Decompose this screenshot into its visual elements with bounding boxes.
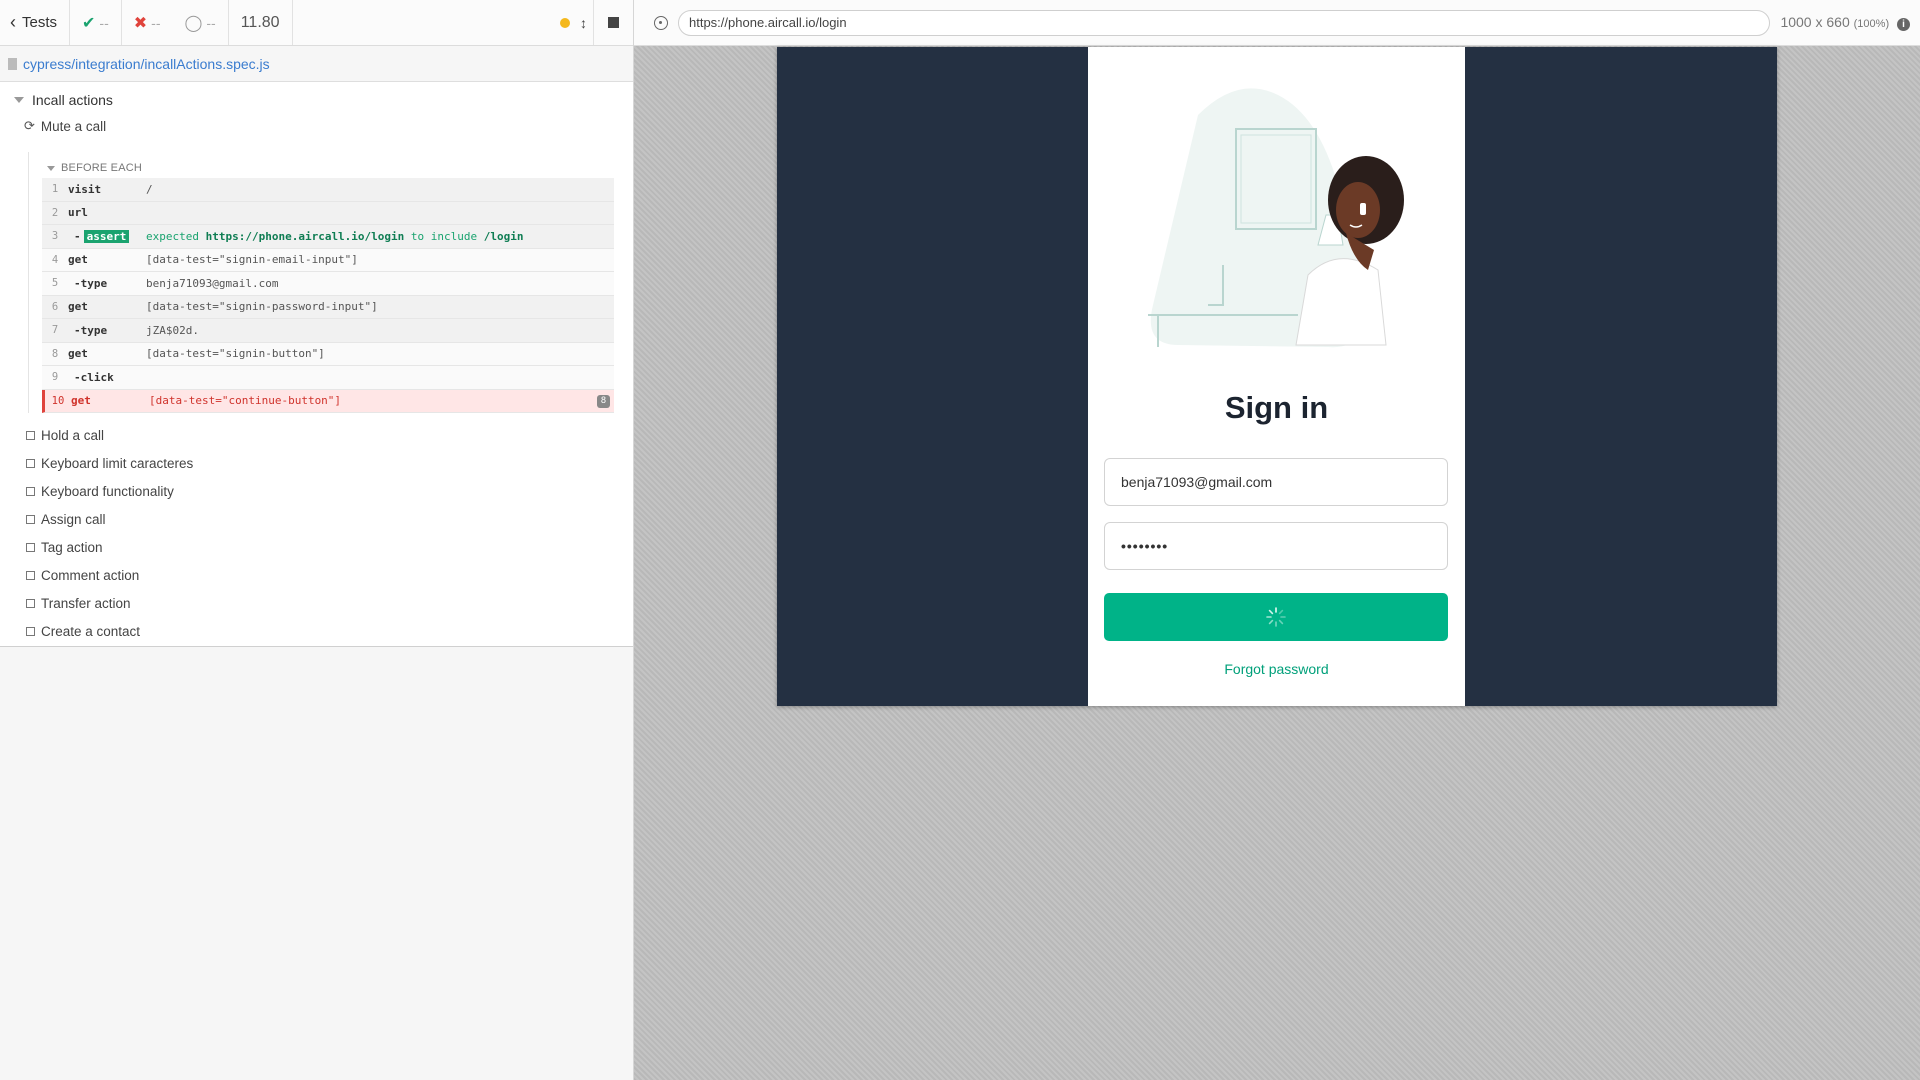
aut-header: https://phone.aircall.io/login 1000 x 66…: [634, 0, 1920, 46]
command-row-assert[interactable]: 3 - assert expected https://phone.aircal…: [42, 225, 614, 249]
signin-title: Sign in: [1224, 390, 1329, 425]
caret-down-icon: [47, 165, 55, 171]
test-item[interactable]: Assign call: [26, 512, 106, 527]
pending-count: ◯ --: [172, 0, 229, 45]
checkbox-icon: [26, 599, 35, 608]
command-row[interactable]: 1 visit /: [42, 178, 614, 202]
back-to-tests-button[interactable]: ‹ Tests: [0, 0, 71, 45]
tests-label: Tests: [22, 14, 58, 31]
loading-spinner-icon: [1266, 607, 1286, 627]
command-row[interactable]: 9 -click: [42, 366, 614, 390]
test-item[interactable]: Keyboard functionality: [26, 484, 174, 499]
x-icon: ✖: [133, 14, 148, 32]
info-icon[interactable]: i: [1897, 18, 1910, 31]
checkbox-icon: [26, 459, 35, 468]
assert-badge: assert: [83, 229, 130, 243]
test-item[interactable]: Create a contact: [26, 624, 140, 639]
caret-down-icon: [14, 97, 24, 103]
command-log: 1 visit / 2 url 3 - assert expected http…: [42, 178, 614, 413]
app-under-test: https://phone.aircall.io/login 1000 x 66…: [634, 0, 1920, 1080]
test-item[interactable]: Comment action: [26, 568, 139, 583]
test-item[interactable]: Transfer action: [26, 596, 131, 611]
command-row[interactable]: 5 -type benja71093@gmail.com: [42, 272, 614, 296]
viewport-info: 1000 x 660 (100%) i: [1780, 14, 1910, 31]
forgot-password-link[interactable]: Forgot password: [1088, 661, 1465, 677]
checkbox-icon: [26, 431, 35, 440]
woman-on-phone-illustration: [1148, 88, 1404, 348]
password-input[interactable]: ••••••••: [1104, 522, 1448, 570]
checkbox-icon: [26, 515, 35, 524]
running-dot-icon: [560, 17, 570, 28]
circle-icon: ◯: [184, 14, 203, 32]
error-count-badge: 8: [597, 394, 610, 408]
command-row[interactable]: 6 get [data-test="signin-password-input"…: [42, 295, 614, 319]
command-row[interactable]: 2 url: [42, 201, 614, 225]
checkbox-icon: [26, 487, 35, 496]
hook-title[interactable]: BEFORE EACH: [29, 152, 614, 178]
suite-title[interactable]: Incall actions: [14, 92, 113, 108]
command-row[interactable]: 4 get [data-test="signin-email-input"]: [42, 248, 614, 272]
check-icon: ✔: [82, 14, 96, 32]
spec-path-bar: cypress/integration/incallActions.spec.j…: [0, 46, 633, 82]
aut-iframe: Sign in benja71093@gmail.com •••••••• Fo…: [777, 47, 1777, 706]
signin-button[interactable]: [1104, 593, 1448, 641]
auto-scroll-icon[interactable]: ↕: [580, 15, 587, 31]
refresh-icon: ⟳: [24, 118, 35, 133]
reporter-header: ‹ Tests ✔ -- ✖ -- ◯ -- 11.80 ↕: [0, 0, 633, 46]
chevron-left-icon: ‹: [10, 12, 16, 32]
login-card: Sign in benja71093@gmail.com •••••••• Fo…: [1088, 47, 1465, 706]
runnables-list: Incall actions ⟳ Mute a call BEFORE EACH…: [0, 82, 633, 647]
file-icon: [8, 57, 17, 70]
command-row[interactable]: 8 get [data-test="signin-button"]: [42, 342, 614, 366]
test-reporter: ‹ Tests ✔ -- ✖ -- ◯ -- 11.80 ↕ cypress/i…: [0, 0, 634, 1080]
failed-count: ✖ --: [133, 14, 161, 32]
selector-playground-icon[interactable]: [654, 15, 668, 30]
email-input[interactable]: benja71093@gmail.com: [1104, 458, 1448, 506]
url-bar[interactable]: https://phone.aircall.io/login: [678, 9, 1771, 36]
checkbox-icon: [26, 543, 35, 552]
checkbox-icon: [26, 627, 35, 636]
command-row[interactable]: 7 -type jZA$02d.: [42, 319, 614, 343]
test-item[interactable]: Keyboard limit caracteres: [26, 456, 193, 471]
passed-count: ✔ --: [70, 0, 122, 45]
stop-icon: [608, 17, 619, 28]
command-row-failed[interactable]: 10 get [data-test="continue-button"] 8: [42, 389, 614, 413]
test-item[interactable]: Tag action: [26, 540, 103, 555]
stop-button[interactable]: [593, 0, 633, 45]
spec-path-link[interactable]: cypress/integration/incallActions.spec.j…: [23, 56, 270, 72]
before-each-hook: BEFORE EACH 1 visit / 2 url 3 - assert e…: [28, 152, 614, 413]
checkbox-icon: [26, 571, 35, 580]
duration: 11.80: [229, 0, 293, 45]
current-test[interactable]: ⟳ Mute a call: [24, 118, 106, 134]
test-item[interactable]: Hold a call: [26, 428, 104, 443]
running-indicator[interactable]: ↕: [548, 0, 593, 45]
